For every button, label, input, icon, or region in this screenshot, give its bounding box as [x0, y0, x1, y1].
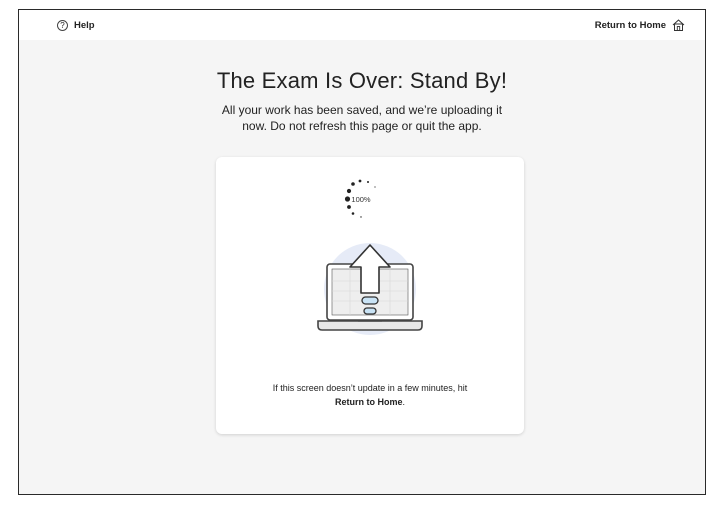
note-period: . — [402, 397, 405, 407]
page-title: The Exam Is Over: Stand By! — [216, 68, 508, 93]
note-return-home-link: Return to Home — [334, 397, 403, 407]
upload-progress-spinner: 100% — [336, 175, 386, 225]
upload-status-card: 100% If this screen doesn’t update in a … — [216, 157, 524, 434]
help-note: If this screen doesn’t update in a few m… — [216, 381, 524, 409]
top-bar: ? Help Return to Home — [19, 10, 705, 40]
page-subtitle: All your work has been saved, and we’re … — [19, 102, 705, 134]
return-home-button[interactable]: Return to Home — [595, 19, 685, 31]
return-home-label: Return to Home — [594, 19, 666, 31]
note-line-1: If this screen doesn’t update in a few m… — [272, 383, 468, 393]
app-window: ? Help Return to Home The Exam Is Over: … — [18, 9, 706, 495]
note-line-2: Return to Home. — [216, 395, 524, 409]
laptop-upload-icon — [310, 241, 430, 351]
help-label: Help — [74, 19, 95, 31]
home-icon — [672, 19, 685, 31]
help-button[interactable]: ? Help — [39, 19, 95, 31]
progress-percent: 100% — [351, 195, 371, 204]
subtitle-line-1: All your work has been saved, and we’re … — [221, 103, 503, 117]
help-circle-icon: ? — [57, 19, 68, 31]
subtitle-line-2: now. Do not refresh this page or quit th… — [242, 119, 482, 133]
